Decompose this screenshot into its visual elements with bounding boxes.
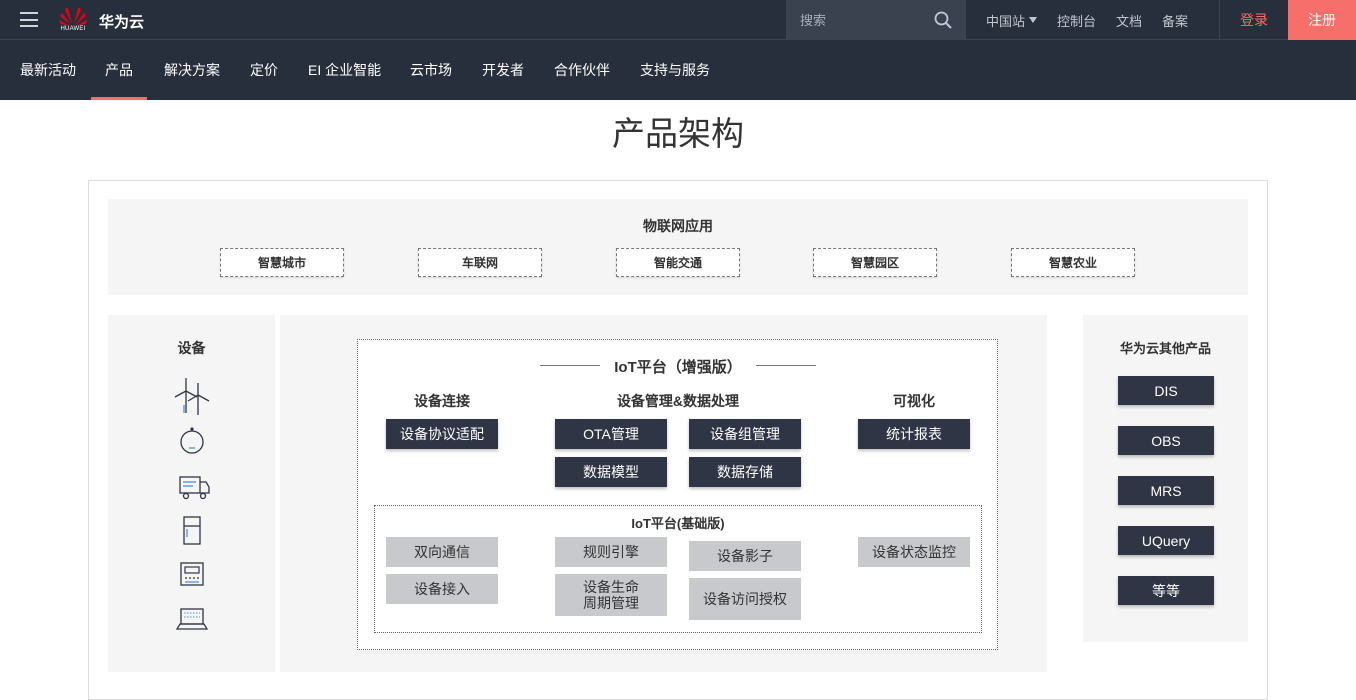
docs-link[interactable]: 文档 — [1116, 11, 1142, 30]
top-bar: HUAWEI 华为云 中国站 控制台 文档 备案 登录 注册 — [0, 0, 1356, 40]
app-smart-traffic: 智能交通 — [616, 248, 740, 277]
console-link[interactable]: 控制台 — [1057, 11, 1096, 30]
nav-item-pricing[interactable]: 定价 — [250, 40, 278, 100]
search-input[interactable] — [786, 0, 926, 40]
laptop-icon — [175, 608, 209, 630]
box-protocol-adapt: 设备协议适配 — [386, 419, 498, 449]
lifecycle-line-2: 周期管理 — [583, 595, 639, 611]
nav-item-partners[interactable]: 合作伙伴 — [554, 40, 610, 100]
col-title-visual: 可视化 — [893, 393, 935, 409]
search-box — [786, 0, 966, 40]
lifecycle-line-1: 设备生命 — [583, 579, 639, 595]
huawei-petal-icon — [59, 7, 87, 26]
box-status-monitor: 设备状态监控 — [858, 537, 970, 567]
nav-item-products[interactable]: 产品 — [91, 40, 147, 100]
app-smart-city: 智慧城市 — [220, 248, 344, 277]
box-device-group: 设备组管理 — [689, 419, 801, 449]
app-smart-agriculture: 智慧农业 — [1011, 248, 1135, 277]
nav-item-developers[interactable]: 开发者 — [482, 40, 524, 100]
box-device-shadow: 设备影子 — [689, 541, 801, 571]
box-access-auth: 设备访问授权 — [689, 578, 801, 620]
refrigerator-icon — [183, 516, 201, 545]
box-lifecycle: 设备生命 周期管理 — [555, 574, 667, 616]
box-statistics-report: 统计报表 — [858, 419, 970, 449]
app-connected-car: 车联网 — [418, 248, 542, 277]
product-dis: DIS — [1118, 376, 1214, 405]
devices-title: 设备 — [177, 340, 206, 356]
round-sensor-icon — [180, 427, 204, 454]
box-data-storage: 数据存储 — [689, 457, 801, 487]
box-bidirectional: 双向通信 — [386, 537, 498, 567]
product-obs: OBS — [1118, 426, 1214, 455]
box-device-access: 设备接入 — [386, 574, 498, 604]
search-icon[interactable] — [934, 11, 952, 29]
top-links: 中国站 控制台 文档 备案 — [986, 0, 1208, 40]
nav-item-ei[interactable]: EI 企业智能 — [308, 40, 381, 100]
nav-item-solutions[interactable]: 解决方案 — [164, 40, 220, 100]
iot-apps-section — [108, 199, 1248, 295]
product-mrs: MRS — [1118, 476, 1214, 505]
app-smart-park: 智慧园区 — [813, 248, 937, 277]
platform-basic-title: IoT平台(基础版) — [631, 516, 725, 531]
brand-name[interactable]: 华为云 — [99, 11, 144, 32]
wind-turbine-icon — [174, 378, 210, 415]
menu-icon[interactable] — [20, 12, 38, 27]
caret-down-icon — [1029, 17, 1038, 23]
meter-icon — [180, 562, 204, 586]
col-title-manage: 设备管理&数据处理 — [616, 393, 740, 409]
page-title: 产品架构 — [612, 115, 744, 152]
box-data-model: 数据模型 — [555, 457, 667, 487]
nav-item-latest[interactable]: 最新活动 — [20, 40, 76, 100]
title-rule-left — [540, 365, 600, 366]
box-rule-engine: 规则引擎 — [555, 537, 667, 567]
col-title-connect: 设备连接 — [414, 393, 470, 409]
truck-icon — [179, 476, 210, 500]
iot-apps-title: 物联网应用 — [643, 218, 713, 234]
platform-enhanced-title: IoT平台（增强版） — [614, 359, 742, 376]
main-nav: 最新活动 产品 解决方案 定价 EI 企业智能 云市场 开发者 合作伙伴 支持与… — [0, 40, 1356, 100]
box-ota: OTA管理 — [555, 419, 667, 449]
nav-item-support[interactable]: 支持与服务 — [640, 40, 710, 100]
title-rule-right — [756, 365, 816, 366]
filing-link[interactable]: 备案 — [1162, 11, 1188, 30]
product-uquery: UQuery — [1118, 526, 1214, 555]
region-selector[interactable]: 中国站 — [986, 11, 1038, 30]
nav-item-marketplace[interactable]: 云市场 — [410, 40, 452, 100]
logo-text: HUAWEI — [60, 26, 86, 32]
register-button[interactable]: 注册 — [1288, 0, 1356, 40]
product-etc: 等等 — [1118, 576, 1214, 605]
region-label: 中国站 — [986, 13, 1026, 29]
other-products-title: 华为云其他产品 — [1119, 341, 1211, 356]
huawei-logo[interactable]: HUAWEI — [57, 5, 89, 35]
login-button[interactable]: 登录 — [1220, 0, 1288, 40]
